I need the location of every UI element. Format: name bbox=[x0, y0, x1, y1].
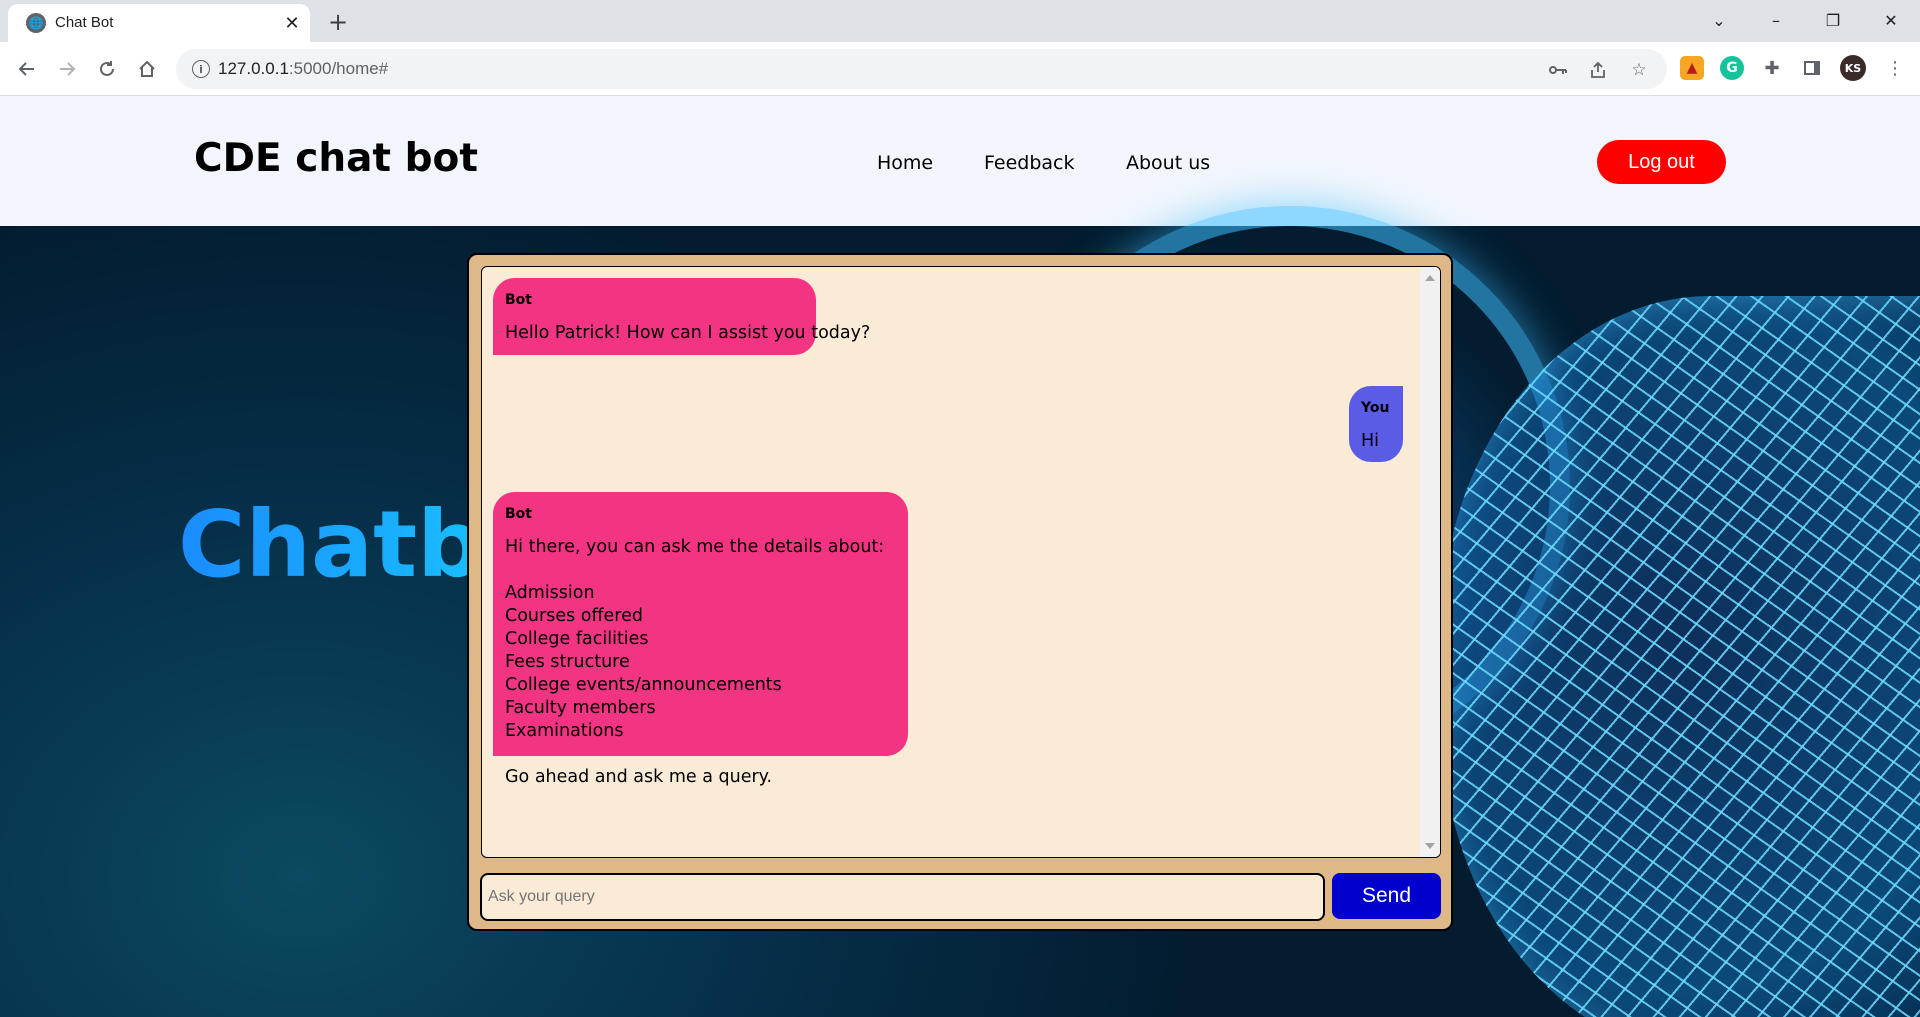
bot-message: Bot Hello Patrick! How can I assist you … bbox=[493, 278, 870, 355]
user-message: You Hi bbox=[1349, 386, 1403, 462]
browser-tabstrip: 🌐 Chat Bot ✕ + ⌄ – ❐ ✕ bbox=[0, 0, 1920, 42]
extensions-puzzle-icon[interactable]: ✚ bbox=[1760, 56, 1784, 80]
message-text: Hello Patrick! How can I assist you toda… bbox=[505, 323, 871, 343]
forward-arrow-icon[interactable] bbox=[51, 53, 83, 85]
tab-title: Chat Bot bbox=[55, 14, 114, 31]
share-icon[interactable] bbox=[1586, 58, 1610, 82]
key-icon[interactable] bbox=[1546, 58, 1570, 82]
message-sender: You bbox=[1361, 400, 1390, 416]
nav-feedback-link[interactable]: Feedback bbox=[984, 152, 1074, 174]
side-panel-icon[interactable] bbox=[1800, 56, 1824, 80]
grammarly-icon[interactable]: G bbox=[1720, 56, 1744, 80]
wireframe-mesh-graphic bbox=[1440, 296, 1920, 1017]
logout-button[interactable]: Log out bbox=[1597, 140, 1726, 184]
chat-widget: Bot Hello Patrick! How can I assist you … bbox=[467, 253, 1453, 931]
chat-scrollbar[interactable] bbox=[1420, 267, 1440, 857]
scroll-down-arrow-icon[interactable] bbox=[1425, 843, 1435, 849]
tab-search-icon[interactable]: ⌄ bbox=[1696, 4, 1742, 36]
close-window-button[interactable]: ✕ bbox=[1868, 4, 1914, 36]
browser-toolbar: i 127.0.0.1:5000/home# ☆ ▲ G ✚ KS ⋮ bbox=[0, 42, 1920, 96]
browser-tab[interactable]: 🌐 Chat Bot ✕ bbox=[8, 4, 310, 42]
message-text: Hi bbox=[1361, 431, 1380, 451]
url-text: 127.0.0.1:5000/home# bbox=[218, 59, 389, 78]
extension-warning-icon[interactable]: ▲ bbox=[1680, 56, 1704, 80]
new-tab-button[interactable]: + bbox=[323, 7, 353, 37]
menu-kebab-icon[interactable]: ⋮ bbox=[1883, 56, 1907, 80]
scroll-up-arrow-icon[interactable] bbox=[1425, 275, 1435, 281]
minimize-button[interactable]: – bbox=[1753, 4, 1799, 36]
nav-home-link[interactable]: Home bbox=[877, 152, 933, 174]
reload-icon[interactable] bbox=[91, 53, 123, 85]
close-tab-icon[interactable]: ✕ bbox=[280, 11, 304, 35]
address-bar[interactable]: i 127.0.0.1:5000/home# ☆ bbox=[176, 49, 1667, 89]
site-brand: CDE chat bot bbox=[194, 136, 478, 181]
restore-button[interactable]: ❐ bbox=[1810, 4, 1856, 36]
page-viewport: CDE chat bot Home Feedback About us Log … bbox=[0, 96, 1920, 1017]
site-info-icon[interactable]: i bbox=[192, 60, 210, 78]
message-sender: Bot bbox=[505, 506, 532, 522]
site-header: CDE chat bot Home Feedback About us Log … bbox=[0, 96, 1920, 226]
nav-about-link[interactable]: About us bbox=[1126, 152, 1210, 174]
send-button[interactable]: Send bbox=[1332, 873, 1441, 919]
message-text: Hi there, you can ask me the details abo… bbox=[505, 537, 885, 787]
chat-log[interactable]: Bot Hello Patrick! How can I assist you … bbox=[481, 266, 1441, 858]
bot-message: Bot Hi there, you can ask me the details… bbox=[493, 492, 908, 787]
message-sender: Bot bbox=[505, 292, 532, 308]
bookmark-star-icon[interactable]: ☆ bbox=[1627, 58, 1651, 82]
back-arrow-icon[interactable] bbox=[11, 53, 43, 85]
home-icon[interactable] bbox=[131, 53, 163, 85]
globe-icon: 🌐 bbox=[26, 13, 46, 33]
profile-avatar[interactable]: KS bbox=[1840, 55, 1866, 81]
query-input[interactable] bbox=[480, 873, 1325, 921]
